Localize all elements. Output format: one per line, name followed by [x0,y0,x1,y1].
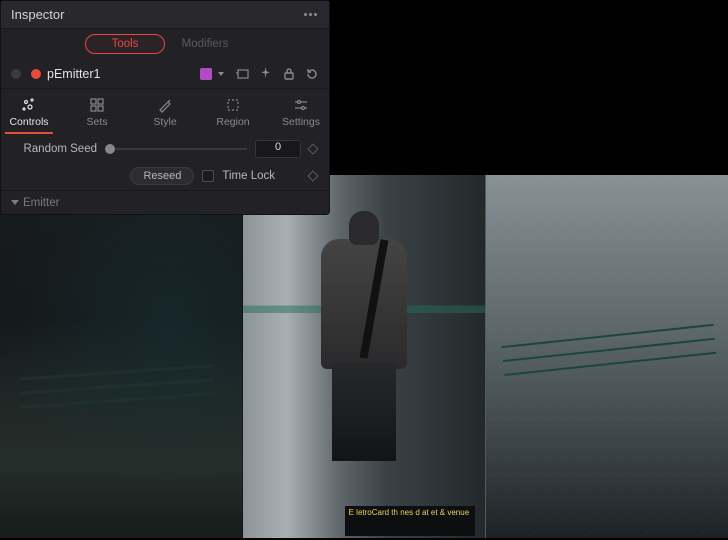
sets-icon [89,97,105,113]
param-reseed-row: Reseed Time Lock [1,162,329,190]
subtab-sets-label: Sets [86,116,107,128]
random-seed-value[interactable]: 0 [255,140,301,158]
subtab-style-label: Style [153,116,176,128]
tab-modifiers[interactable]: Modifiers [165,34,245,54]
subtab-settings-label: Settings [282,116,320,128]
color-dropdown-icon[interactable] [218,72,224,76]
settings-icon [293,97,309,113]
subtab-controls-label: Controls [9,116,48,128]
viewer-pane-right[interactable] [486,175,728,538]
lock-icon[interactable] [282,67,296,81]
style-icon [157,97,173,113]
panel-titlebar: Inspector [1,1,329,29]
time-lock-checkbox[interactable] [202,170,214,182]
random-seed-keyframe[interactable] [307,143,318,154]
node-color-swatch[interactable] [200,68,212,80]
subtab-region-label: Region [216,116,249,128]
subtab-style[interactable]: Style [141,97,189,134]
param-random-seed-label: Random Seed [13,143,97,155]
subtab-sets[interactable]: Sets [73,97,121,134]
time-lock-keyframe[interactable] [307,170,318,181]
panel-menu-icon[interactable] [301,6,319,24]
pin-icon[interactable] [259,67,273,81]
reseed-button[interactable]: Reseed [130,167,194,185]
controls-icon [21,97,37,113]
section-emitter[interactable]: Emitter [1,190,329,214]
reset-icon[interactable] [305,67,319,81]
tab-tools[interactable]: Tools [85,34,165,54]
inspector-panel: Inspector Tools Modifiers pEmitter1 [0,0,330,215]
viewer-pane-center[interactable]: E letroCard th nes d at et & venue [243,175,486,538]
time-lock-label: Time Lock [222,170,275,182]
subtab-row: Controls Sets Style Region Settings [1,89,329,136]
node-name-label: pEmitter1 [47,67,101,81]
subtab-settings[interactable]: Settings [277,97,325,134]
versions-icon[interactable] [236,67,250,81]
random-seed-slider[interactable] [105,148,247,150]
node-view-dot[interactable] [11,69,21,79]
slider-thumb[interactable] [105,144,115,154]
section-emitter-label: Emitter [23,197,59,209]
viewer-area[interactable]: E letroCard th nes d at et & venue [0,175,728,538]
subtab-controls[interactable]: Controls [5,97,53,134]
panel-title: Inspector [11,7,64,22]
node-enable-dot[interactable] [31,69,41,79]
inspector-tabs: Tools Modifiers [1,29,329,59]
chevron-down-icon [11,200,19,205]
subway-sign-text: E letroCard th nes d at et & venue [345,506,475,536]
viewer-pane-left[interactable] [0,175,243,538]
scene-figure [314,211,414,451]
param-random-seed: Random Seed 0 [1,136,329,162]
region-icon [225,97,241,113]
subtab-region[interactable]: Region [209,97,257,134]
node-header: pEmitter1 [1,59,329,89]
